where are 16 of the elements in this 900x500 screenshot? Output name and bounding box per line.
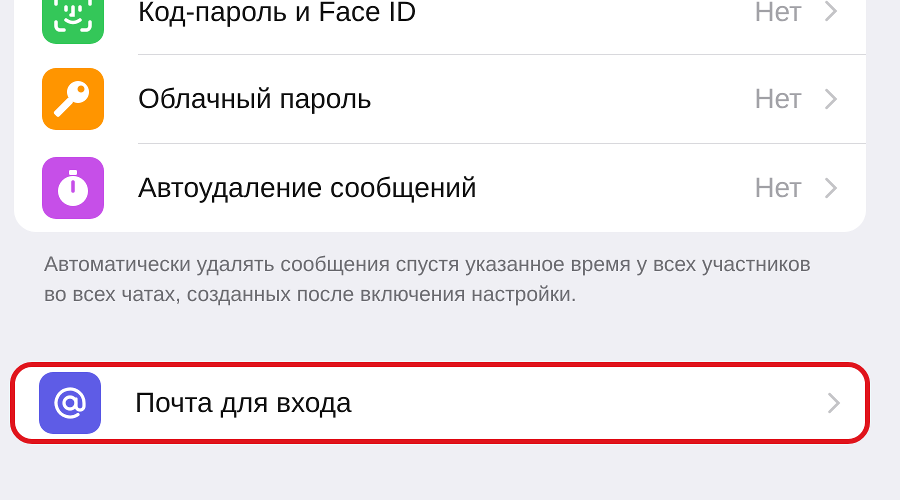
settings-row[interactable]: Почта для входа	[15, 367, 865, 439]
chevron-icon	[827, 392, 841, 414]
footer-note: Автоматически удалять сообщения спустя указанное время у всех участников во всех чатах, созданных после включения настройки.	[44, 252, 812, 308]
chevron-icon	[824, 0, 838, 22]
row-value: Нет	[754, 172, 802, 204]
chevron-icon	[824, 177, 838, 199]
row-label: Код-пароль и Face ID	[138, 0, 418, 28]
settings-row[interactable]: Облачный пароль Нет	[14, 55, 866, 143]
row-value: Нет	[754, 83, 802, 115]
row-label: Почта для входа	[135, 387, 353, 419]
row-label: Облачный пароль	[138, 83, 373, 115]
chevron-icon	[824, 88, 838, 110]
settings-row[interactable]: Автоудаление сообщений Нет	[14, 144, 866, 232]
row-label: Автоудаление сообщений	[138, 172, 478, 204]
settings-row[interactable]: Код-пароль и Face ID Нет	[14, 0, 866, 54]
row-value: Нет	[754, 0, 802, 28]
